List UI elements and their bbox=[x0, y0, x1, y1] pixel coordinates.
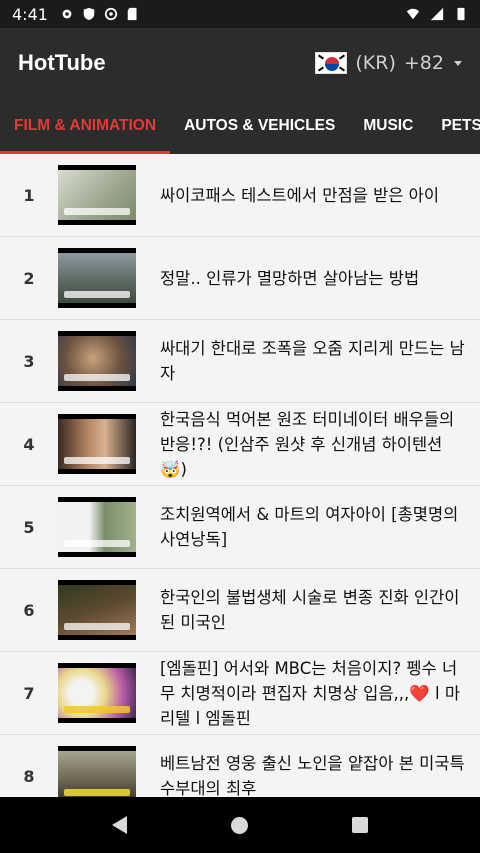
country-code: (KR) bbox=[355, 52, 396, 74]
video-thumbnail bbox=[58, 746, 136, 797]
video-thumbnail bbox=[58, 414, 136, 474]
sd-card-icon bbox=[127, 7, 137, 21]
rank-number: 2 bbox=[23, 268, 35, 288]
chevron-down-icon bbox=[454, 60, 462, 66]
list-item[interactable]: 7 [엠돌핀] 어서와 MBC는 처음이지? 펭수 너무 치명적이라 편집자 치… bbox=[0, 652, 480, 735]
video-title: 베트남전 영웅 출신 노인을 얕잡아 본 미국특수부대의 최후 bbox=[160, 754, 465, 797]
korea-flag-icon bbox=[315, 52, 348, 74]
rank-number: 5 bbox=[23, 517, 35, 537]
tab-autos-vehicles[interactable]: AUTOS & VEHICLES bbox=[170, 98, 349, 154]
wifi-icon bbox=[406, 8, 420, 20]
list-item[interactable]: 5 조치원역에서 & 마트의 여자아이 [총몇명의 사연낭독] bbox=[0, 486, 480, 569]
category-tabs: FILM & ANIMATION AUTOS & VEHICLES MUSIC … bbox=[0, 98, 480, 154]
settings-icon bbox=[62, 9, 72, 19]
video-thumbnail bbox=[58, 165, 136, 225]
country-selector[interactable]: (KR) +82 bbox=[315, 52, 462, 74]
list-item[interactable]: 2 정말.. 인류가 멸망하면 살아남는 방법 bbox=[0, 237, 480, 320]
video-title: 정말.. 인류가 멸망하면 살아남는 방법 bbox=[160, 268, 420, 288]
shield-icon bbox=[83, 7, 95, 21]
video-title: [엠돌핀] 어서와 MBC는 처음이지? 펭수 너무 치명적이라 편집자 치명상… bbox=[160, 658, 461, 728]
list-item[interactable]: 8 베트남전 영웅 출신 노인을 얕잡아 본 미국특수부대의 최후 bbox=[0, 735, 480, 797]
status-time: 4:41 bbox=[12, 4, 48, 24]
rank-number: 6 bbox=[23, 600, 35, 620]
status-bar: 4:41 bbox=[0, 0, 480, 28]
video-title: 한국음식 먹어본 원조 터미네이터 배우들의 반응!?! (인삼주 원샷 후 신… bbox=[160, 409, 455, 479]
tab-film-animation[interactable]: FILM & ANIMATION bbox=[0, 98, 171, 154]
video-title: 싸대기 한대로 조폭을 오줌 지리게 만드는 남자 bbox=[160, 339, 465, 383]
rank-number: 8 bbox=[23, 766, 35, 786]
rank-number: 1 bbox=[23, 185, 35, 205]
app-title: HotTube bbox=[18, 50, 106, 75]
list-item[interactable]: 4 한국음식 먹어본 원조 터미네이터 배우들의 반응!?! (인삼주 원샷 후… bbox=[0, 403, 480, 486]
video-thumbnail bbox=[58, 580, 136, 640]
signal-icon bbox=[430, 7, 444, 21]
tab-music[interactable]: MUSIC bbox=[349, 98, 427, 154]
video-thumbnail bbox=[58, 663, 136, 723]
back-icon[interactable] bbox=[112, 816, 127, 834]
list-item[interactable]: 6 한국인의 불법생체 시술로 변종 진화 인간이 된 미국인 bbox=[0, 569, 480, 652]
dial-code: +82 bbox=[403, 52, 444, 74]
home-icon[interactable] bbox=[231, 816, 248, 834]
data-saver-icon bbox=[104, 7, 118, 21]
rank-number: 7 bbox=[23, 683, 35, 703]
video-title: 한국인의 불법생체 시술로 변종 진화 인간이 된 미국인 bbox=[160, 588, 460, 632]
rank-number: 4 bbox=[23, 434, 35, 454]
list-item[interactable]: 1 싸이코패스 테스트에서 만점을 받은 아이 bbox=[0, 154, 480, 237]
battery-icon bbox=[457, 7, 465, 21]
app-bar: HotTube (KR) +82 bbox=[0, 28, 480, 98]
recents-icon[interactable] bbox=[352, 817, 368, 833]
video-list: 1 싸이코패스 테스트에서 만점을 받은 아이 2 정말.. 인류가 멸망하면 … bbox=[0, 154, 480, 797]
video-title: 조치원역에서 & 마트의 여자아이 [총몇명의 사연낭독] bbox=[160, 505, 459, 549]
video-thumbnail bbox=[58, 497, 136, 557]
video-thumbnail bbox=[58, 248, 136, 308]
system-nav-bar bbox=[0, 797, 480, 853]
video-title: 싸이코패스 테스트에서 만점을 받은 아이 bbox=[160, 185, 440, 205]
tab-pets[interactable]: PETS bbox=[427, 98, 480, 154]
list-item[interactable]: 3 싸대기 한대로 조폭을 오줌 지리게 만드는 남자 bbox=[0, 320, 480, 403]
video-thumbnail bbox=[58, 331, 136, 391]
rank-number: 3 bbox=[23, 351, 35, 371]
